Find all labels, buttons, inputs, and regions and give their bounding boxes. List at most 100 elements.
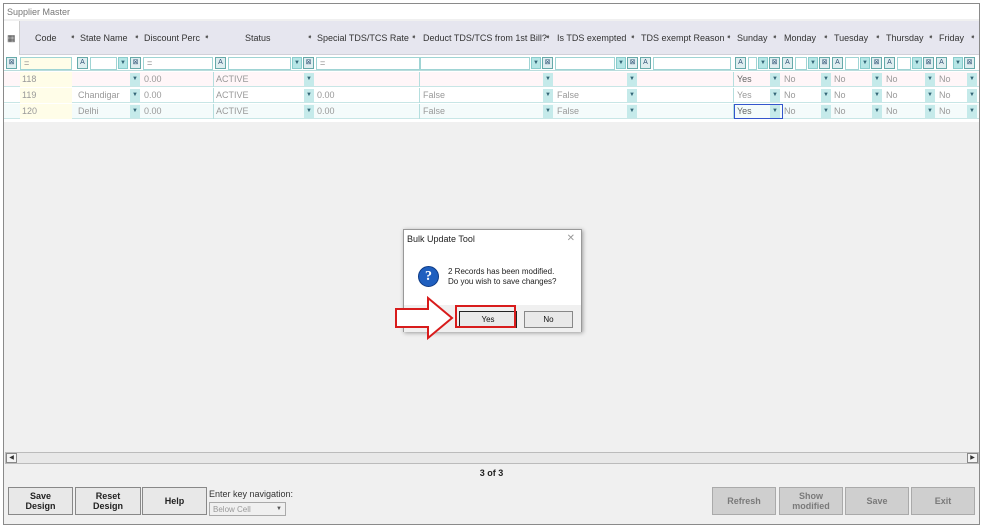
filter-is-tds-exempted[interactable] — [555, 57, 615, 70]
column-move-icon[interactable]: ➧ — [411, 21, 417, 55]
clear-filter-icon[interactable]: ⊠ — [627, 57, 638, 69]
column-header-is-tds-exempted[interactable]: Is TDS exempted — [557, 21, 626, 55]
clear-filter-icon[interactable]: ⊠ — [769, 57, 780, 69]
cell-dropdown-icon[interactable]: ▼ — [543, 73, 553, 86]
column-header-status[interactable]: Status — [245, 21, 271, 55]
clear-filter-icon[interactable]: ⊠ — [964, 57, 975, 69]
clear-filter-icon[interactable]: ⊠ — [923, 57, 934, 69]
filter-dropdown-icon[interactable]: ▼ — [808, 57, 818, 69]
cell-tds-exempt-reason[interactable] — [641, 104, 729, 119]
filter-dropdown-icon[interactable]: ▼ — [118, 57, 128, 69]
filter-sunday[interactable] — [748, 57, 757, 70]
cell-code[interactable]: 120 — [20, 104, 72, 119]
filter-tuesday[interactable] — [845, 57, 859, 70]
cell-dropdown-icon[interactable]: ▼ — [770, 105, 780, 118]
column-move-icon[interactable]: ➧ — [970, 21, 976, 55]
cell-monday[interactable]: No — [784, 88, 814, 103]
filter-dropdown-icon[interactable]: ▼ — [616, 57, 626, 69]
column-move-icon[interactable]: ➧ — [134, 21, 140, 55]
data-grid[interactable]: ▦ Code ➧ State Name ➧ Discount Perc ➧ St… — [4, 21, 979, 122]
cell-dropdown-icon[interactable]: ▼ — [304, 105, 314, 118]
cell-state-name[interactable]: Delhi — [78, 104, 128, 119]
cell-dropdown-icon[interactable]: ▼ — [627, 105, 637, 118]
cell-dropdown-icon[interactable]: ▼ — [770, 89, 780, 102]
filter-dropdown-icon[interactable]: ▼ — [860, 57, 870, 69]
column-move-icon[interactable]: ➧ — [204, 21, 210, 55]
filter-dropdown-icon[interactable]: ▼ — [531, 57, 541, 69]
clear-filter-icon[interactable]: ⊠ — [819, 57, 830, 69]
cell-deduct-tds[interactable]: False — [423, 104, 538, 119]
filter-status[interactable] — [228, 57, 291, 70]
cell-dropdown-icon[interactable]: ▼ — [130, 89, 140, 102]
filter-code[interactable]: = — [20, 57, 72, 70]
cell-discount-perc[interactable]: 0.00 — [144, 104, 212, 119]
table-row[interactable]: 119 Chandigar ▼ 0.00 ACTIVE ▼ 0.00 False… — [4, 88, 979, 103]
filter-dropdown-icon[interactable]: ▼ — [758, 57, 768, 69]
cell-thursday[interactable]: No — [886, 88, 916, 103]
save-button[interactable]: Save — [845, 487, 909, 515]
column-header-state-name[interactable]: State Name — [80, 21, 128, 55]
column-header-sunday[interactable]: Sunday — [737, 21, 768, 55]
column-move-icon[interactable]: ➧ — [545, 21, 551, 55]
cell-sunday[interactable]: Yes — [737, 104, 767, 119]
column-move-icon[interactable]: ➧ — [823, 21, 829, 55]
cell-discount-perc[interactable]: 0.00 — [144, 88, 212, 103]
exit-button[interactable]: Exit — [911, 487, 975, 515]
filter-operator-icon[interactable]: A — [215, 57, 226, 69]
clear-filter-icon[interactable]: ⊠ — [303, 57, 314, 69]
column-header-deduct-tds[interactable]: Deduct TDS/TCS from 1st Bill? — [423, 21, 547, 55]
grid-settings-icon[interactable]: ▦ — [7, 33, 17, 43]
horizontal-scrollbar[interactable]: ◀ ▶ — [5, 452, 979, 464]
clear-filter-icon[interactable]: ⊠ — [130, 57, 141, 69]
cell-status[interactable]: ACTIVE — [216, 104, 302, 119]
filter-dropdown-icon[interactable]: ▼ — [912, 57, 922, 69]
cell-status[interactable]: ACTIVE — [216, 88, 302, 103]
cell-dropdown-icon[interactable]: ▼ — [872, 105, 882, 118]
cell-dropdown-icon[interactable]: ▼ — [967, 105, 977, 118]
filter-deduct-tds[interactable] — [420, 57, 530, 70]
cell-deduct-tds[interactable] — [423, 72, 538, 87]
cell-code[interactable]: 119 — [20, 88, 72, 103]
cell-sunday[interactable]: Yes — [737, 88, 767, 103]
cell-dropdown-icon[interactable]: ▼ — [130, 73, 140, 86]
filter-dropdown-icon[interactable]: ▼ — [292, 57, 302, 69]
filter-discount-perc[interactable]: = — [143, 57, 213, 70]
column-header-monday[interactable]: Monday — [784, 21, 816, 55]
column-header-code[interactable]: Code — [35, 21, 57, 55]
cell-dropdown-icon[interactable]: ▼ — [821, 89, 831, 102]
clear-filter-icon[interactable]: ⊠ — [871, 57, 882, 69]
cell-dropdown-icon[interactable]: ▼ — [627, 73, 637, 86]
filter-operator-icon[interactable]: A — [640, 57, 651, 69]
column-move-icon[interactable]: ➧ — [70, 21, 76, 55]
column-header-tuesday[interactable]: Tuesday — [834, 21, 868, 55]
column-move-icon[interactable]: ➧ — [630, 21, 636, 55]
row-selector-header[interactable]: ▦ — [4, 21, 20, 55]
filter-thursday[interactable] — [897, 57, 911, 70]
cell-dropdown-icon[interactable]: ▼ — [543, 105, 553, 118]
cell-tuesday[interactable]: No — [834, 104, 864, 119]
cell-dropdown-icon[interactable]: ▼ — [925, 105, 935, 118]
help-button[interactable]: Help — [142, 487, 207, 515]
filter-operator-icon[interactable]: A — [936, 57, 947, 69]
table-row[interactable]: 120 Delhi ▼ 0.00 ACTIVE ▼ 0.00 False ▼ F… — [4, 104, 979, 119]
cell-state-name[interactable]: Chandigar — [78, 88, 128, 103]
scroll-left-icon[interactable]: ◀ — [6, 453, 17, 463]
cell-tuesday[interactable]: No — [834, 88, 864, 103]
filter-operator-icon[interactable]: A — [782, 57, 793, 69]
column-move-icon[interactable]: ➧ — [726, 21, 732, 55]
table-row[interactable]: 118 ▼ 0.00 ACTIVE ▼ ▼ ▼ Yes ▼ No ▼ No ▼ … — [4, 72, 979, 87]
cell-tds-exempt-reason[interactable] — [641, 88, 729, 103]
cell-friday[interactable]: No — [939, 104, 964, 119]
close-icon[interactable]: ✕ — [567, 233, 575, 244]
no-button[interactable]: No — [524, 311, 573, 328]
cell-dropdown-icon[interactable]: ▼ — [130, 105, 140, 118]
cell-dropdown-icon[interactable]: ▼ — [543, 89, 553, 102]
cell-thursday[interactable]: No — [886, 72, 916, 87]
column-move-icon[interactable]: ➧ — [928, 21, 934, 55]
filter-state-name[interactable] — [90, 57, 117, 70]
clear-filter-icon[interactable]: ⊠ — [542, 57, 553, 69]
cell-state-name[interactable] — [78, 72, 128, 87]
cell-thursday[interactable]: No — [886, 104, 916, 119]
cell-tuesday[interactable]: No — [834, 72, 864, 87]
show-modified-button[interactable]: Show modified — [779, 487, 843, 515]
